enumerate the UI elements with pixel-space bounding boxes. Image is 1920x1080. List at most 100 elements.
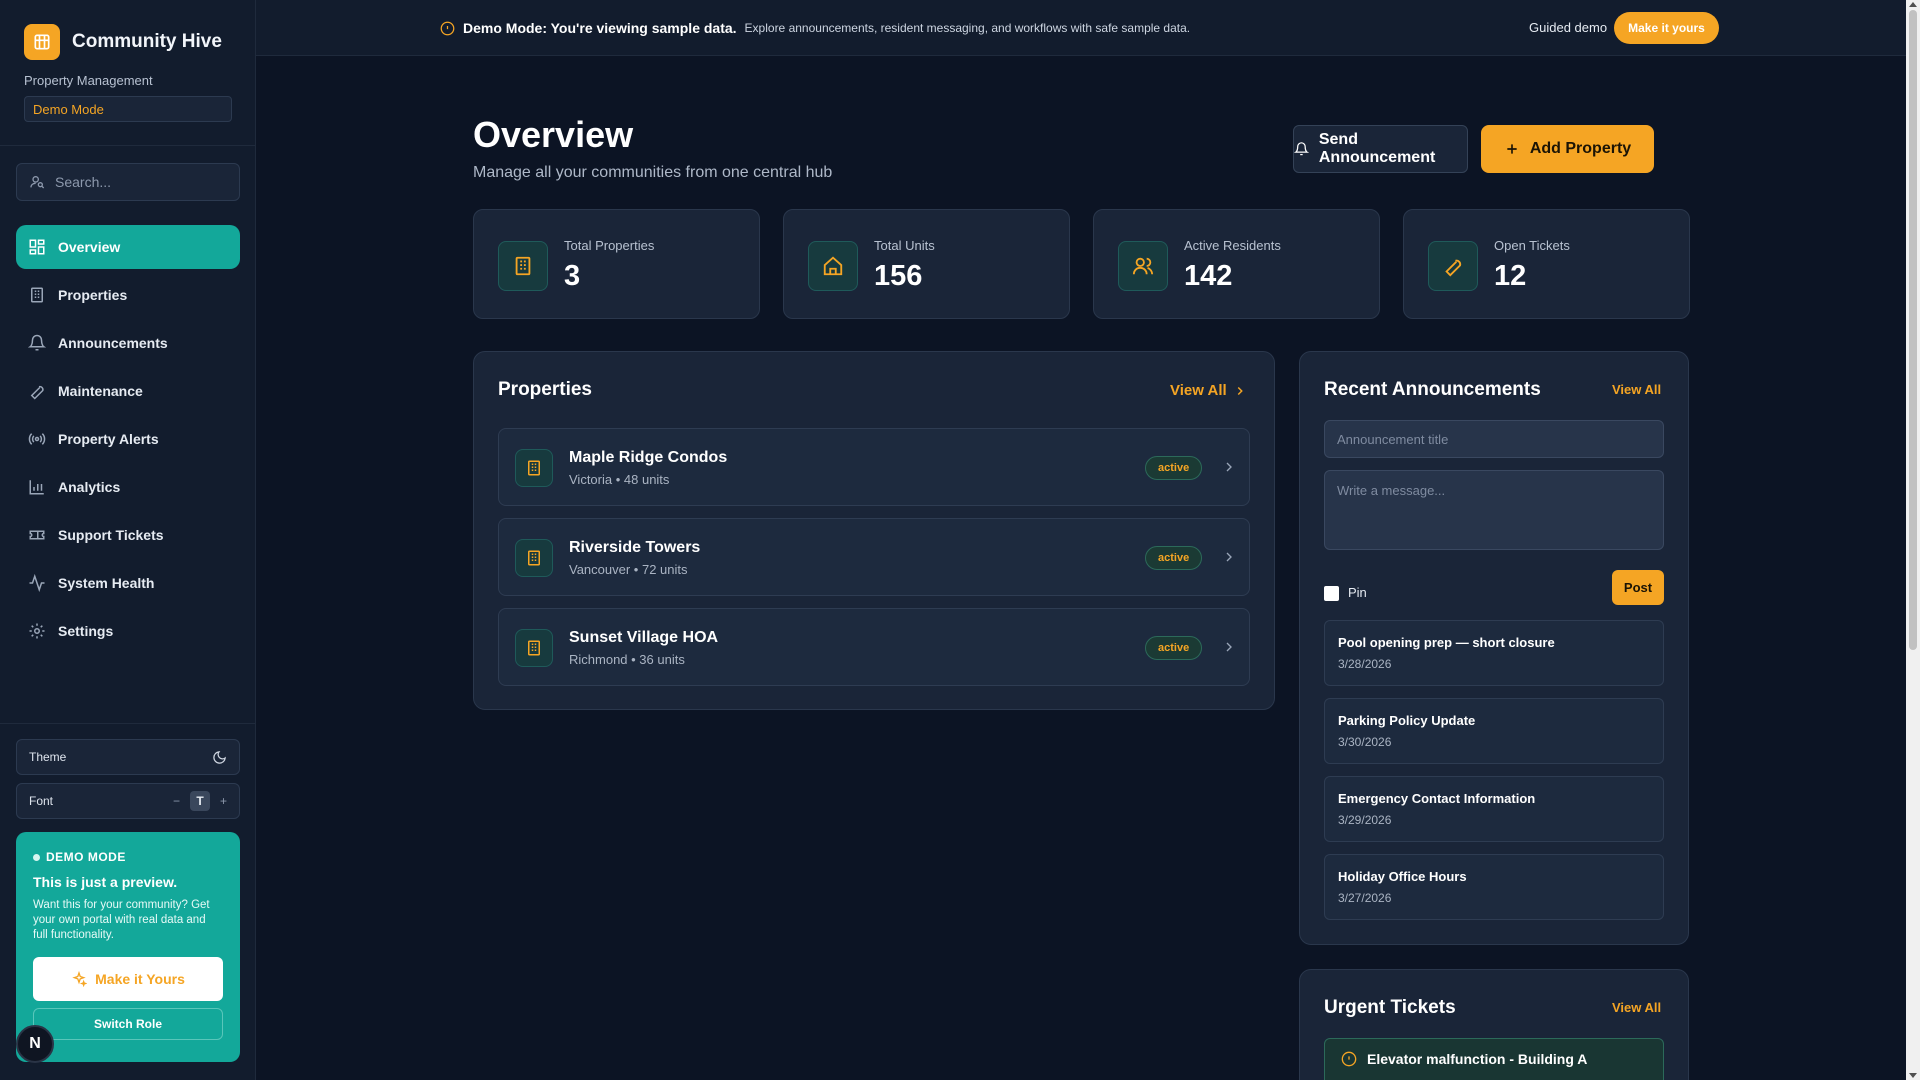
send-announcement-button[interactable]: Send Announcement [1293, 125, 1468, 173]
sidebar-item-settings[interactable]: Settings [16, 609, 240, 653]
property-row-sunset-village[interactable]: Sunset Village HOA Richmond • 36 units a… [498, 608, 1250, 686]
chevron-right-icon[interactable] [1221, 549, 1237, 565]
stat-label: Open Tickets [1494, 238, 1570, 253]
brand[interactable]: Community Hive [24, 24, 222, 60]
moon-icon[interactable] [212, 750, 227, 765]
font-decrease-button[interactable]: − [173, 794, 180, 808]
dot-icon [33, 853, 40, 861]
sidebar-nav: Overview Properties Announcements Mainte… [16, 225, 240, 657]
add-property-button[interactable]: Add Property [1481, 125, 1654, 173]
sidebar-item-label: Overview [58, 239, 121, 255]
stat-value: 156 [874, 260, 923, 292]
switch-role-button[interactable]: Switch Role [33, 1008, 223, 1040]
announcement-date: 3/29/2026 [1338, 813, 1392, 827]
urgent-view-all-link[interactable]: View All [1612, 1000, 1661, 1015]
urgent-ticket-row[interactable]: Elevator malfunction - Building A [1324, 1038, 1664, 1080]
stat-value: 3 [564, 260, 581, 292]
alert-circle-icon [1341, 1051, 1357, 1067]
announcement-title-input[interactable] [1324, 420, 1664, 458]
building-icon [515, 539, 553, 577]
add-property-label: Add Property [1529, 140, 1632, 157]
sidebar-item-analytics[interactable]: Analytics [16, 465, 240, 509]
wrench-icon [30, 385, 44, 400]
announcement-message-input[interactable] [1324, 470, 1664, 550]
announcements-panel: Recent Announcements View All Pin Post P… [1299, 351, 1689, 945]
sidebar-item-property-alerts[interactable]: Property Alerts [16, 417, 240, 461]
properties-panel: Properties View All Maple Ridge Condos V… [473, 351, 1275, 710]
scroll-down-arrow-icon[interactable] [1909, 1073, 1917, 1078]
property-meta: Victoria • 48 units [569, 472, 670, 487]
demo-card-title: This is just a preview. [33, 874, 178, 890]
stat-card-total-properties: Total Properties 3 [473, 209, 760, 319]
list-item[interactable]: Emergency Contact Information 3/29/2026 [1324, 776, 1664, 842]
list-item[interactable]: Holiday Office Hours 3/27/2026 [1324, 854, 1664, 920]
banner-make-it-yours-button[interactable]: Make it yours [1614, 12, 1719, 44]
list-item[interactable]: Parking Policy Update 3/30/2026 [1324, 698, 1664, 764]
announcement-title: Parking Policy Update [1338, 713, 1476, 728]
announcement-title: Pool opening prep — short closure [1338, 635, 1555, 650]
status-badge: active [1145, 456, 1203, 480]
properties-panel-title: Properties [498, 379, 592, 400]
search-placeholder: Search... [55, 174, 112, 190]
theme-label: Theme [29, 750, 67, 764]
sidebar-item-label: Settings [58, 623, 114, 639]
announcements-view-all-link[interactable]: View All [1612, 382, 1661, 397]
sidebar-item-label: Support Tickets [58, 527, 164, 543]
page-subtitle: Manage all your communities from one cen… [473, 164, 833, 181]
sidebar-item-overview[interactable]: Overview [16, 225, 240, 269]
scroll-thumb[interactable] [1909, 10, 1917, 650]
font-increase-button[interactable]: + [220, 794, 227, 808]
font-size-control: Font − T + [16, 783, 240, 819]
property-name: Riverside Towers [569, 539, 701, 556]
property-name: Sunset Village HOA [569, 629, 719, 646]
sidebar-item-support-tickets[interactable]: Support Tickets [16, 513, 240, 557]
make-it-yours-button[interactable]: Make it Yours [33, 957, 223, 1001]
chevron-right-icon [1237, 386, 1243, 395]
announcement-date: 3/30/2026 [1338, 735, 1392, 749]
stat-value: 142 [1184, 260, 1233, 292]
announcement-date: 3/28/2026 [1338, 657, 1392, 671]
sidebar-item-announcements[interactable]: Announcements [16, 321, 240, 365]
banner-bold-text: Demo Mode: You're viewing sample data. [463, 20, 737, 36]
sidebar-item-properties[interactable]: Properties [16, 273, 240, 317]
page-scrollbar[interactable] [1906, 0, 1920, 1080]
sparkles-icon [72, 971, 88, 987]
avatar[interactable]: N [16, 1025, 54, 1063]
sidebar-item-label: Properties [58, 287, 128, 303]
property-meta: Vancouver • 72 units [569, 562, 688, 577]
stat-label: Total Properties [564, 238, 655, 253]
guided-demo-link[interactable]: Guided demo [1529, 20, 1607, 35]
send-announcement-label: Send Announcement [1318, 131, 1436, 166]
property-row-riverside-towers[interactable]: Riverside Towers Vancouver • 72 units ac… [498, 518, 1250, 596]
demo-mode-card: DEMO MODE This is just a preview. Want t… [16, 832, 240, 1062]
scroll-up-arrow-icon[interactable] [1909, 2, 1917, 7]
urgent-tickets-title: Urgent Tickets [1324, 997, 1456, 1018]
announcement-title: Holiday Office Hours [1338, 869, 1467, 884]
status-badge: active [1145, 546, 1203, 570]
theme-toggle[interactable]: Theme [16, 739, 240, 775]
chevron-right-icon[interactable] [1221, 459, 1237, 475]
status-badge: active [1145, 636, 1203, 660]
properties-view-all-link[interactable]: View All [1170, 382, 1247, 399]
broadcast-icon [28, 433, 46, 445]
demo-card-text: Want this for your community? Get your o… [33, 899, 210, 941]
page-title: Overview [473, 114, 634, 155]
stat-label: Total Units [874, 238, 935, 253]
list-item[interactable]: Pool opening prep — short closure 3/28/2… [1324, 620, 1664, 686]
sidebar-item-maintenance[interactable]: Maintenance [16, 369, 240, 413]
chevron-right-icon[interactable] [1221, 639, 1237, 655]
view-all-label: View All [1170, 382, 1227, 399]
home-icon [808, 241, 858, 291]
building-icon [515, 629, 553, 667]
font-type-icon[interactable]: T [189, 791, 210, 811]
banner-message: Demo Mode: You're viewing sample data. E… [440, 20, 1190, 36]
search-input[interactable]: Search... [16, 163, 240, 201]
post-button[interactable]: Post [1612, 570, 1664, 605]
app-root: Community Hive Property Management Demo … [0, 0, 1920, 1080]
pin-checkbox[interactable] [1324, 586, 1339, 601]
info-icon [440, 21, 455, 35]
main-content: Demo Mode: You're viewing sample data. E… [256, 0, 1920, 1080]
property-row-maple-ridge[interactable]: Maple Ridge Condos Victoria • 48 units a… [498, 428, 1250, 506]
building-icon [515, 449, 553, 487]
sidebar-item-system-health[interactable]: System Health [16, 561, 240, 605]
